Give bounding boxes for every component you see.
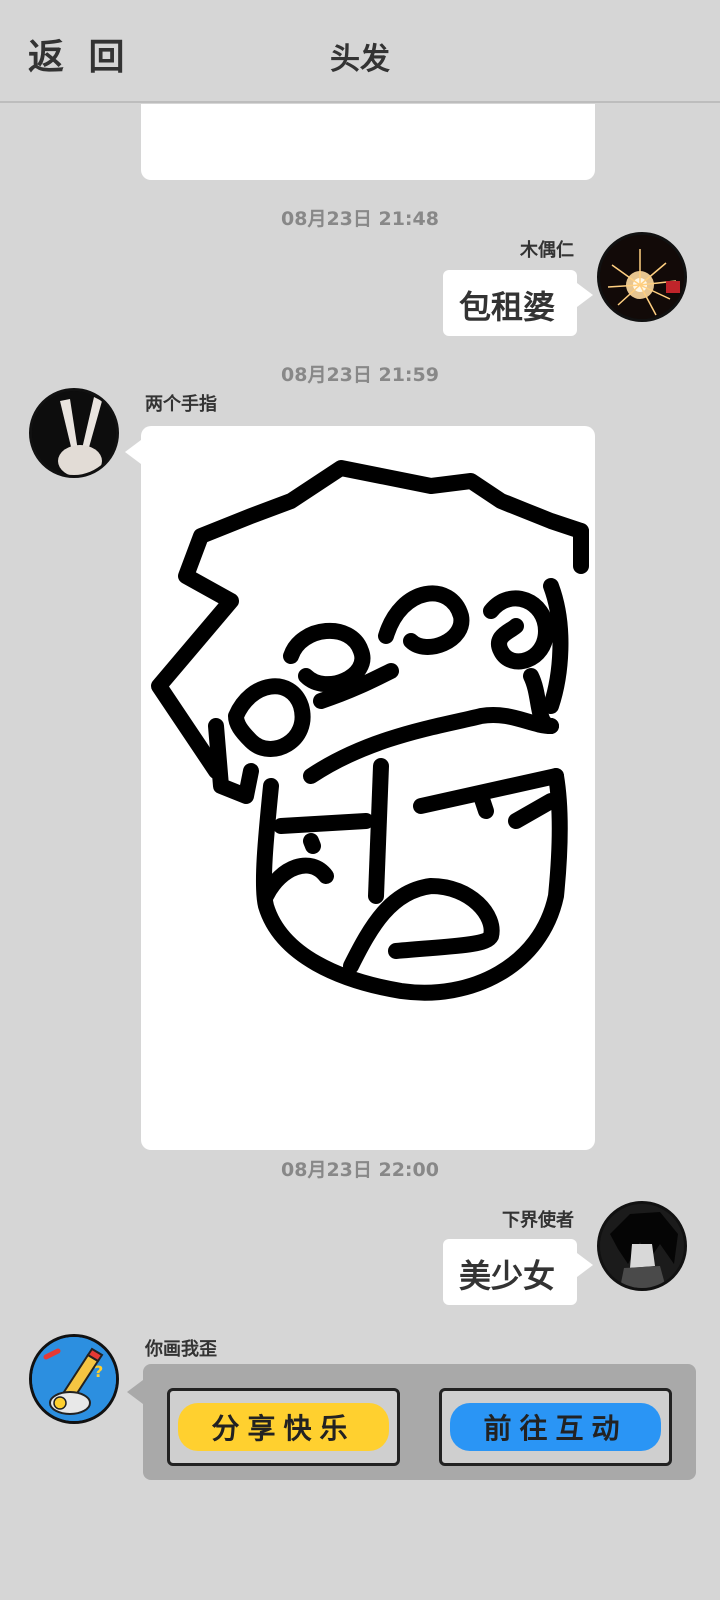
bubble-tail <box>127 1380 143 1404</box>
bubble-tail <box>577 283 593 307</box>
share-button-label: 分享快乐 <box>211 1412 356 1445</box>
sender-name: 你画我歪 <box>145 1339 217 1360</box>
sender-name: 木偶仁 <box>520 240 574 261</box>
message-text[interactable]: 包租婆 <box>443 270 577 336</box>
peace-sign-hand-icon <box>32 391 116 475</box>
go-interact-button[interactable]: 前往互动 <box>439 1388 672 1466</box>
pencil-logo-icon: ? <box>32 1337 116 1421</box>
avatar[interactable]: ? <box>29 1334 119 1424</box>
message-timestamp: 08月23日 21:59 <box>281 364 439 386</box>
action-card: 分享快乐 前往互动 <box>143 1364 696 1480</box>
hair-doodle-drawing <box>151 460 589 1001</box>
avatar[interactable] <box>29 388 119 478</box>
interact-button-label: 前往互动 <box>483 1412 628 1445</box>
top-bar: 返 回 头发 <box>0 0 720 103</box>
message-text[interactable]: 美少女 <box>443 1239 577 1305</box>
sparkler-icon <box>600 235 684 319</box>
sender-name: 下界使者 <box>502 1210 574 1231</box>
share-happiness-button[interactable]: 分享快乐 <box>167 1388 400 1466</box>
sender-name: 两个手指 <box>145 394 217 415</box>
avatar[interactable] <box>597 1201 687 1291</box>
page-title: 头发 <box>330 42 390 77</box>
bubble-tail <box>125 440 141 464</box>
avatar[interactable] <box>597 232 687 322</box>
message-timestamp: 08月23日 21:48 <box>281 208 439 230</box>
bubble-tail <box>577 1253 593 1277</box>
previous-drawing-bubble[interactable] <box>141 104 595 180</box>
message-timestamp: 08月23日 22:00 <box>281 1159 439 1181</box>
drawing-image[interactable] <box>141 426 595 1150</box>
dark-anime-character-icon <box>600 1204 684 1288</box>
